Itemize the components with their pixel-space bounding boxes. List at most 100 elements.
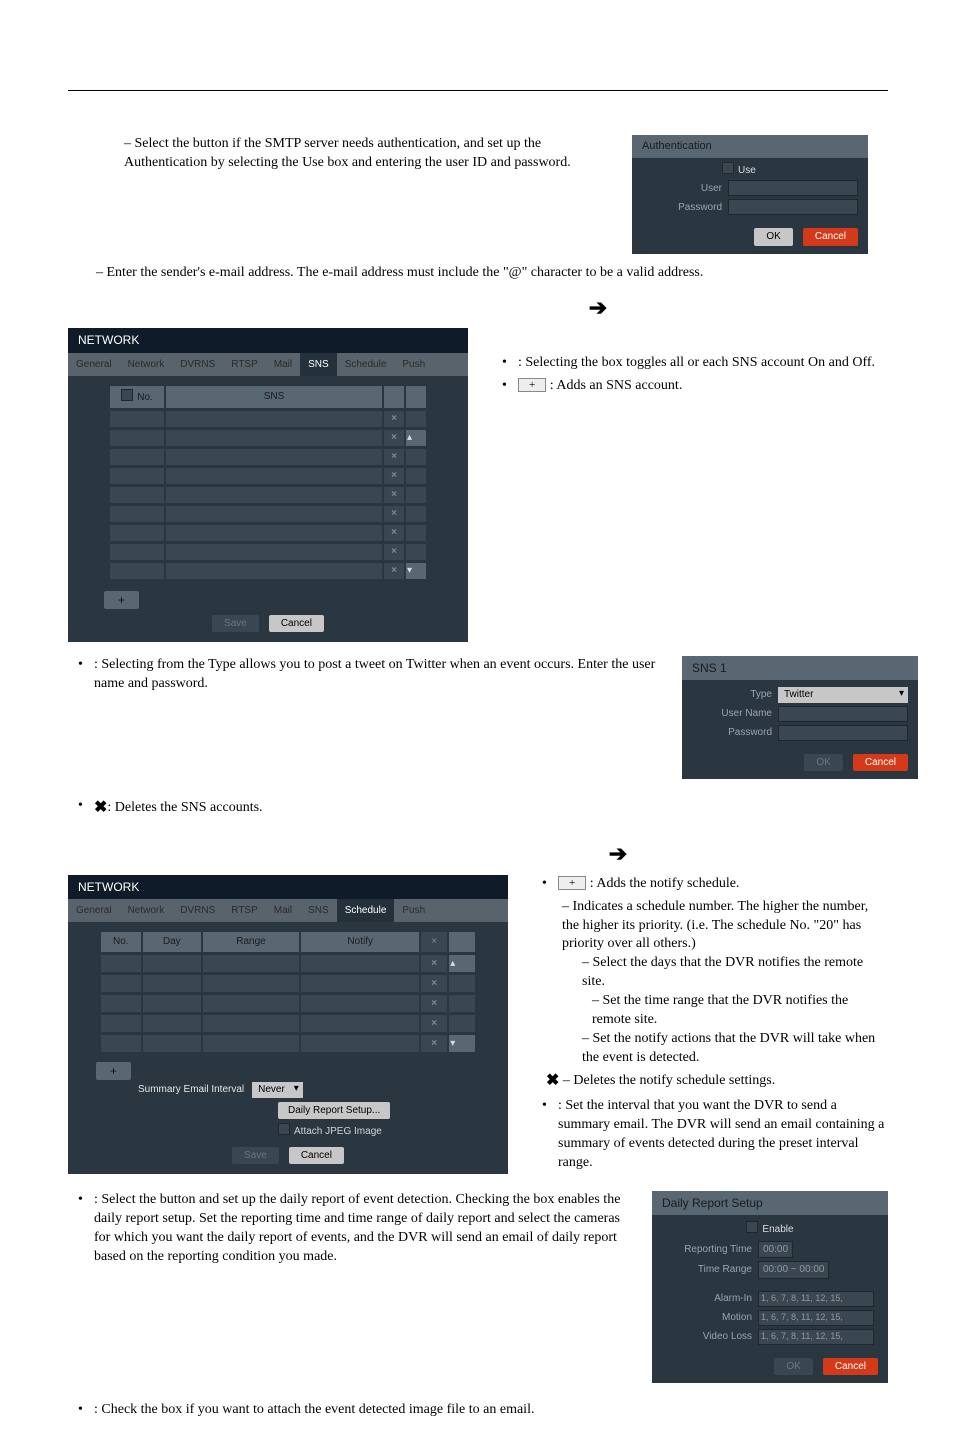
table-row: × <box>110 467 426 484</box>
sns-no-header: No. <box>137 392 153 403</box>
tab-push[interactable]: Push <box>394 353 433 377</box>
tab-dvrns[interactable]: DVRNS <box>172 353 223 377</box>
drs-timerange-label: Time Range <box>662 1263 752 1277</box>
attach-jpeg-checkbox[interactable] <box>278 1123 290 1135</box>
drs-enable-label: Enable <box>762 1224 793 1235</box>
drs-motion-select[interactable]: 1, 6, 7, 8, 11, 12, 15, <box>758 1310 874 1326</box>
bullet-twitter: : Selecting from the Type allows you to … <box>68 656 658 694</box>
sns1-ok-button[interactable]: OK <box>804 754 842 772</box>
table-row: ×▴ <box>110 429 426 446</box>
sched-notify-text: – Set the notify actions that the DVR wi… <box>532 1030 888 1068</box>
use-label: Use <box>738 165 756 176</box>
schedule-cancel-button[interactable]: Cancel <box>289 1147 344 1165</box>
summary-email-interval-label: Summary Email Interval <box>138 1083 244 1097</box>
drs-reptime-value[interactable]: 00:00 <box>758 1241 793 1259</box>
use-checkbox[interactable] <box>722 162 734 174</box>
table-row: × <box>101 994 475 1012</box>
arrow-1: ➔ <box>308 293 888 323</box>
network-schedule-panel: NETWORK General Network DVRNS RTSP Mail … <box>68 875 508 1174</box>
drs-title: Daily Report Setup <box>652 1191 888 1215</box>
table-row: ×▾ <box>101 1034 475 1052</box>
daily-report-panel: Daily Report Setup Enable Reporting Time… <box>652 1191 888 1383</box>
tab2-rtsp[interactable]: RTSP <box>223 899 266 923</box>
sch-range-header: Range <box>203 932 299 952</box>
drs-vloss-select[interactable]: 1, 6, 7, 8, 11, 12, 15, <box>758 1329 874 1345</box>
table-row: × <box>101 974 475 992</box>
sns1-user-label: User Name <box>692 707 772 721</box>
schedule-add-button[interactable]: + <box>96 1062 131 1080</box>
schedule-save-button[interactable]: Save <box>232 1147 279 1165</box>
drs-reptime-label: Reporting Time <box>662 1243 752 1257</box>
sns1-password-input[interactable] <box>778 725 908 741</box>
drs-ok-button[interactable]: OK <box>774 1358 812 1376</box>
sched-days-text: – Select the days that the DVR notifies … <box>532 954 888 992</box>
bullet-attach-jpeg: : Check the box if you want to attach th… <box>68 1401 888 1420</box>
bullet-daily-report: : Select the button and set up the daily… <box>68 1191 628 1267</box>
sns-add-button[interactable]: + <box>104 591 139 609</box>
sched-no-text: – Indicates a schedule number. The highe… <box>532 898 888 955</box>
drs-enable-checkbox[interactable] <box>746 1221 758 1233</box>
sns-all-checkbox[interactable] <box>121 389 133 401</box>
sns1-user-input[interactable] <box>778 706 908 722</box>
auth-password-label: Password <box>642 201 722 215</box>
sns-cancel-button[interactable]: Cancel <box>269 615 324 633</box>
para-sender: – Enter the sender's e-mail address. The… <box>68 264 888 283</box>
network-title-1: NETWORK <box>68 328 468 352</box>
drs-alarm-label: Alarm-In <box>662 1292 752 1306</box>
tab2-mail[interactable]: Mail <box>266 899 300 923</box>
tab-mail[interactable]: Mail <box>266 353 300 377</box>
sns1-panel: SNS 1 TypeTwitter User Name Password OK … <box>682 656 918 779</box>
bullet-sns-add: + : Adds an SNS account. <box>492 377 888 396</box>
sns1-type-label: Type <box>692 688 772 702</box>
authentication-panel: Authentication Use User Password OK Canc… <box>632 135 868 254</box>
sns-table: No. SNS × ×▴ × × × × × × ×▾ <box>108 384 428 581</box>
sch-notify-header: Notify <box>301 932 419 952</box>
tab2-sns[interactable]: SNS <box>300 899 337 923</box>
tab-sns[interactable]: SNS <box>300 353 337 377</box>
table-row: ×▴ <box>101 954 475 972</box>
tab2-schedule[interactable]: Schedule <box>337 899 395 923</box>
plus-icon-2: + <box>558 876 586 890</box>
bullet-add-schedule: + : Adds the notify schedule. <box>532 875 888 894</box>
auth-ok-button[interactable]: OK <box>754 228 792 246</box>
auth-title: Authentication <box>632 135 868 158</box>
drs-cancel-button[interactable]: Cancel <box>823 1358 878 1376</box>
sched-range-text: – Set the time range that the DVR notifi… <box>532 992 888 1030</box>
sched-delete-text: ✖ – Deletes the notify schedule settings… <box>532 1070 888 1092</box>
para-auth: – Select the button if the SMTP server n… <box>68 135 608 173</box>
drs-alarm-select[interactable]: 1, 6, 7, 8, 11, 12, 15, <box>758 1291 874 1307</box>
drs-timerange-value[interactable]: 00:00 ~ 00:00 <box>758 1261 829 1279</box>
tab2-dvrns[interactable]: DVRNS <box>172 899 223 923</box>
table-row: × <box>110 524 426 541</box>
table-row: × <box>110 486 426 503</box>
auth-user-input[interactable] <box>728 180 858 196</box>
sns1-cancel-button[interactable]: Cancel <box>853 754 908 772</box>
sns-sns-header: SNS <box>166 386 382 408</box>
sns1-type-select[interactable]: Twitter <box>778 687 908 703</box>
sch-no-header: No. <box>101 932 141 952</box>
attach-jpeg-label: Attach JPEG Image <box>294 1126 382 1137</box>
auth-user-label: User <box>642 182 722 196</box>
auth-cancel-button[interactable]: Cancel <box>803 228 858 246</box>
tab-schedule[interactable]: Schedule <box>337 353 395 377</box>
table-row: × <box>101 1014 475 1032</box>
table-row: × <box>110 543 426 560</box>
bullet-delete-sns: ✖: Deletes the SNS accounts. <box>68 797 888 819</box>
tab-network[interactable]: Network <box>120 353 173 377</box>
plus-icon: + <box>518 378 546 392</box>
arrow-2: ➔ <box>348 839 888 869</box>
tab-rtsp[interactable]: RTSP <box>223 353 266 377</box>
tab2-network[interactable]: Network <box>120 899 173 923</box>
daily-report-setup-button[interactable]: Daily Report Setup... <box>278 1102 390 1120</box>
tab-general[interactable]: General <box>68 353 120 377</box>
tab2-push[interactable]: Push <box>394 899 433 923</box>
bullet-sei: : Set the interval that you want the DVR… <box>532 1097 888 1173</box>
table-row: × <box>110 448 426 465</box>
x-icon: ✖ <box>94 799 107 816</box>
tab2-general[interactable]: General <box>68 899 120 923</box>
table-row: ×▾ <box>110 562 426 579</box>
summary-email-interval-select[interactable]: Never <box>252 1082 303 1098</box>
sns-save-button[interactable]: Save <box>212 615 259 633</box>
auth-password-input[interactable] <box>728 199 858 215</box>
network-title-2: NETWORK <box>68 875 508 899</box>
